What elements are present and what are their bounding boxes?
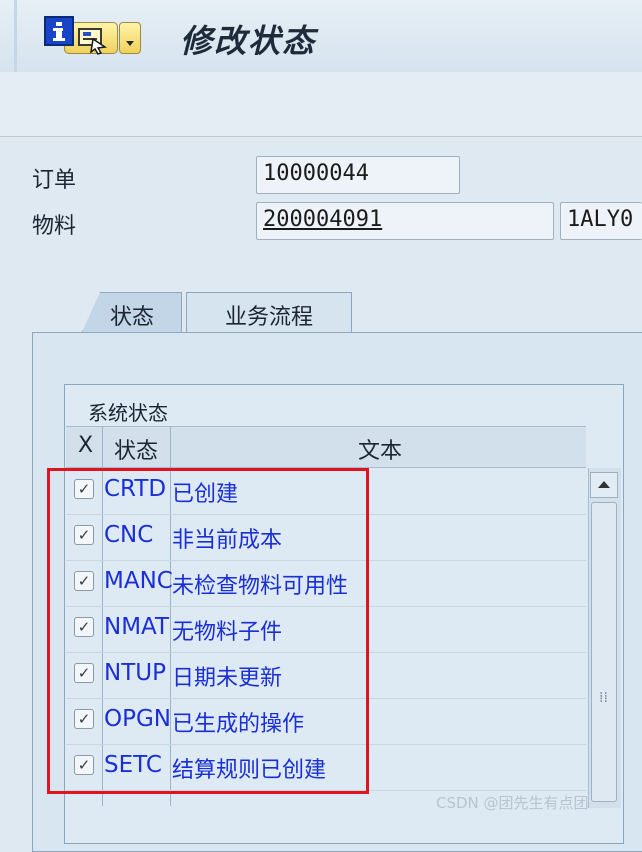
table-header: X 状态 文本 bbox=[66, 426, 586, 468]
page-title: 修改状态 bbox=[180, 22, 317, 60]
column-header-x[interactable]: X bbox=[78, 433, 93, 458]
arrow-up-icon bbox=[598, 481, 610, 488]
order-label: 订单 bbox=[32, 168, 77, 193]
info-button[interactable] bbox=[44, 16, 74, 46]
column-header-status[interactable]: 状态 bbox=[114, 433, 158, 465]
chevron-down-icon bbox=[126, 41, 134, 46]
menu-dropdown-button[interactable] bbox=[119, 22, 141, 54]
column-header-text[interactable]: 文本 bbox=[358, 433, 402, 465]
tab-business-process[interactable]: 业务流程 bbox=[186, 292, 352, 332]
tab-status[interactable]: 状态 bbox=[82, 292, 182, 332]
watermark: CSDN @团先生有点团 bbox=[436, 794, 589, 812]
material-label: 物料 bbox=[32, 214, 77, 239]
highlight-box bbox=[47, 468, 369, 794]
scroll-up-button[interactable] bbox=[590, 472, 618, 498]
order-field[interactable]: 10000044 bbox=[256, 156, 460, 194]
material-description-field: 1ALY0 bbox=[560, 202, 642, 240]
material-field[interactable]: 200004091 bbox=[256, 202, 554, 240]
toolbar bbox=[0, 72, 642, 137]
system-status-title: 系统状态 bbox=[88, 401, 168, 425]
title-bar-edge bbox=[14, 0, 17, 72]
grip-icon: ⁞⁞ bbox=[599, 690, 608, 706]
scrollbar-thumb[interactable] bbox=[591, 502, 617, 802]
info-icon bbox=[53, 22, 65, 41]
